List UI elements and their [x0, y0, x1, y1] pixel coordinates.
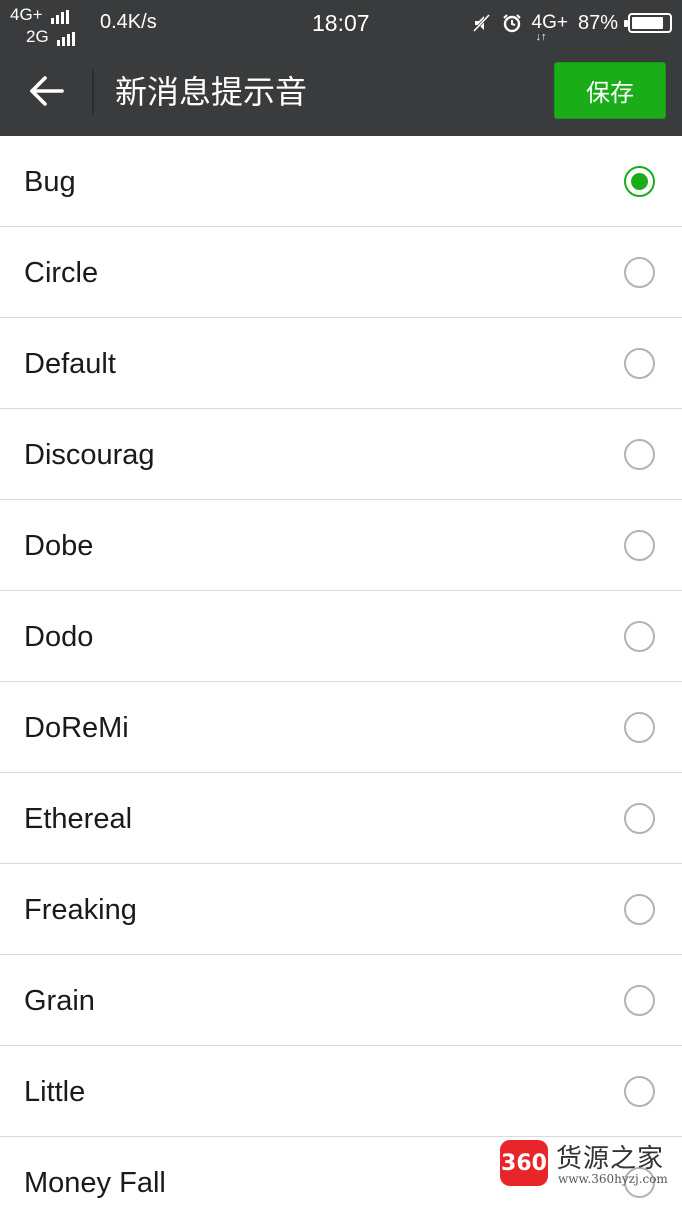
sound-option-label: Grain — [24, 985, 95, 1017]
status-icons: 4G+ ↓↑ 87% — [472, 6, 672, 43]
sound-option-label: Default — [24, 348, 116, 380]
sound-option[interactable]: Dodo — [0, 591, 682, 682]
sound-option-label: Bug — [24, 166, 76, 198]
network-indicator: 4G+ 2G — [10, 4, 88, 46]
battery-icon — [624, 13, 672, 33]
network-speed: 0.4K/s — [100, 11, 157, 33]
sound-option-label: Dodo — [24, 621, 94, 653]
radio-checked-icon[interactable] — [624, 166, 655, 197]
radio-unchecked-icon[interactable] — [624, 894, 655, 925]
mute-icon — [472, 13, 490, 33]
sound-option-label: DoReMi — [24, 712, 129, 744]
header-divider — [92, 70, 94, 114]
app-bar: 新消息提示音 保存 — [0, 46, 682, 136]
sound-option[interactable]: Default — [0, 318, 682, 409]
sound-option[interactable]: Grain — [0, 955, 682, 1046]
clock: 18:07 — [312, 10, 370, 36]
radio-dot — [631, 173, 648, 190]
battery-percent: 87% — [577, 11, 618, 34]
watermark: 360 货源之家 www.360hyzj.com — [500, 1138, 682, 1190]
radio-unchecked-icon[interactable] — [624, 257, 655, 288]
back-button[interactable] — [20, 68, 70, 114]
network-type-right: 4G+ — [531, 12, 568, 33]
signal-bars-icon — [57, 28, 77, 46]
sound-option[interactable]: Bug — [0, 136, 682, 227]
sound-option-label: Freaking — [24, 894, 137, 926]
watermark-url: www.360hyzj.com — [558, 1172, 668, 1186]
network-type-secondary: 2G — [26, 27, 49, 46]
radio-unchecked-icon[interactable] — [624, 803, 655, 834]
sound-option-label: Circle — [24, 257, 99, 289]
radio-unchecked-icon[interactable] — [624, 1076, 655, 1107]
mobile-data-indicator: 4G+ ↓↑ — [531, 12, 568, 43]
save-button[interactable]: 保存 — [554, 62, 666, 119]
watermark-name: 货源之家 — [556, 1144, 665, 1174]
radio-unchecked-icon[interactable] — [624, 985, 655, 1016]
network-type-primary: 4G+ — [10, 5, 43, 24]
radio-unchecked-icon[interactable] — [624, 439, 655, 470]
notification-sound-list: Bug Circle Default Discourag Dobe Dodo DoReMi E… — [0, 136, 682, 1212]
sound-option[interactable]: Freaking — [0, 864, 682, 955]
watermark-logo: 360 — [500, 1140, 548, 1186]
status-bar: 4G+ 2G 0.4K/s 18:07 4G+ ↓↑ 87% — [0, 0, 682, 46]
radio-unchecked-icon[interactable] — [624, 530, 655, 561]
alarm-icon — [502, 14, 521, 33]
sound-option[interactable]: Little — [0, 1046, 682, 1137]
sound-option-label: Ethereal — [24, 803, 133, 835]
arrow-left-icon — [30, 76, 64, 106]
data-arrows-icon: ↓↑ — [535, 31, 547, 43]
sound-option[interactable]: DoReMi — [0, 682, 682, 773]
radio-unchecked-icon[interactable] — [624, 621, 655, 652]
page-title: 新消息提示音 — [115, 74, 308, 110]
sound-option-label: Discourag — [24, 439, 155, 471]
battery-level — [632, 17, 664, 29]
radio-unchecked-icon[interactable] — [624, 712, 655, 743]
sound-option[interactable]: Dobe — [0, 500, 682, 591]
signal-bars-icon — [51, 6, 71, 24]
sound-option-label: Money Fall — [24, 1167, 166, 1199]
radio-unchecked-icon[interactable] — [624, 348, 655, 379]
sound-option[interactable]: Ethereal — [0, 773, 682, 864]
sound-option-label: Little — [24, 1076, 86, 1108]
sound-option-label: Dobe — [24, 530, 94, 562]
sound-option[interactable]: Discourag — [0, 409, 682, 500]
sound-option[interactable]: Circle — [0, 227, 682, 318]
